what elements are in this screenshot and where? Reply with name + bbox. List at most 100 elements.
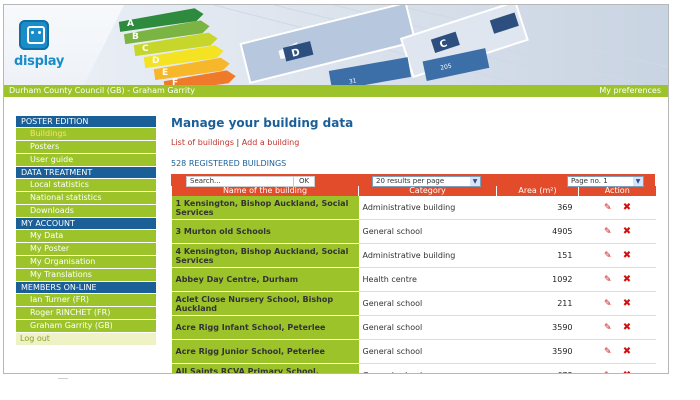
app-frame: display A B C D E F D C 31 205 Durham Co… bbox=[3, 4, 669, 374]
add-building-link[interactable]: Add a building bbox=[242, 138, 300, 147]
sidebar-item[interactable]: My Data bbox=[16, 229, 156, 242]
column-header-action: Action bbox=[578, 186, 656, 196]
building-area: 678 bbox=[496, 363, 579, 373]
results-per-page-select[interactable]: 20 results per page ▼ bbox=[372, 175, 481, 187]
main-content: Manage your building data List of buildi… bbox=[171, 115, 656, 373]
building-name[interactable]: Abbey Day Centre, Durham bbox=[171, 267, 359, 292]
delete-x-icon[interactable]: ✖ bbox=[623, 202, 631, 212]
sidebar-item[interactable]: Local statistics bbox=[16, 178, 156, 191]
delete-x-icon[interactable]: ✖ bbox=[623, 346, 631, 356]
pencil-icon[interactable]: ✎ bbox=[603, 275, 613, 285]
building-category: Administrative building bbox=[358, 243, 497, 268]
building-area: 151 bbox=[496, 243, 579, 268]
building-name[interactable]: Aclet Close Nursery School, Bishop Auckl… bbox=[171, 291, 359, 316]
sidebar-section-title: MEMBERS ON-LINE bbox=[16, 281, 156, 293]
search-ok-button[interactable]: OK bbox=[293, 175, 316, 187]
column-header-category[interactable]: Category bbox=[358, 186, 497, 196]
delete-x-icon[interactable]: ✖ bbox=[623, 370, 631, 373]
row-actions: ✎✖ bbox=[578, 243, 656, 268]
table-row[interactable]: 4 Kensington, Bishop Auckland, Social Se… bbox=[171, 243, 656, 268]
rating-letter: E bbox=[162, 68, 168, 78]
sidebar-section-title: POSTER EDITION bbox=[16, 115, 156, 127]
pencil-icon[interactable]: ✎ bbox=[603, 347, 613, 357]
rating-letter: D bbox=[152, 56, 159, 66]
table-row[interactable]: All Saints RCVA Primary School, Lanchest… bbox=[171, 363, 656, 373]
rating-letter: C bbox=[142, 44, 149, 54]
banner-number: 31 bbox=[348, 77, 357, 85]
building-area: 3590 bbox=[496, 339, 579, 364]
logo-text: display bbox=[14, 54, 65, 69]
delete-x-icon[interactable]: ✖ bbox=[623, 226, 631, 236]
pencil-icon[interactable]: ✎ bbox=[603, 371, 613, 373]
building-name[interactable]: 3 Murton old Schools bbox=[171, 219, 359, 244]
chevron-down-icon: ▼ bbox=[470, 176, 480, 186]
delete-x-icon[interactable]: ✖ bbox=[623, 322, 631, 332]
pencil-icon[interactable]: ✎ bbox=[603, 323, 613, 333]
chevron-down-icon: ▼ bbox=[633, 176, 643, 186]
row-actions: ✎✖ bbox=[578, 291, 656, 316]
building-area: 369 bbox=[496, 196, 579, 220]
sidebar-item[interactable]: User guide bbox=[16, 153, 156, 166]
row-actions: ✎✖ bbox=[578, 315, 656, 340]
sidebar-item[interactable]: Ian Turner (FR) bbox=[16, 293, 156, 306]
sidebar-item[interactable]: My Poster bbox=[16, 242, 156, 255]
sidebar-item[interactable]: My Translations bbox=[16, 268, 156, 281]
sidebar-item[interactable]: Roger RINCHET (FR) bbox=[16, 306, 156, 319]
building-area: 211 bbox=[496, 291, 579, 316]
building-links: List of buildings | Add a building bbox=[171, 138, 655, 148]
row-actions: ✎✖ bbox=[578, 267, 656, 292]
organisation-user-label: Durham County Council (GB) - Graham Garr… bbox=[9, 86, 195, 95]
building-category: General school bbox=[358, 219, 497, 244]
pencil-icon[interactable]: ✎ bbox=[603, 251, 613, 261]
pencil-icon[interactable]: ✎ bbox=[603, 203, 613, 213]
delete-x-icon[interactable]: ✖ bbox=[623, 250, 631, 260]
building-name[interactable]: 4 Kensington, Bishop Auckland, Social Se… bbox=[171, 243, 359, 268]
rating-letter: B bbox=[132, 32, 139, 42]
building-category: General school bbox=[358, 315, 497, 340]
building-name[interactable]: Acre Rigg Junior School, Peterlee bbox=[171, 339, 359, 364]
my-preferences-link[interactable]: My preferences bbox=[599, 85, 661, 97]
building-name[interactable]: All Saints RCVA Primary School, Lanchest… bbox=[171, 363, 359, 373]
sidebar-section-title: DATA TREATMENT bbox=[16, 166, 156, 178]
sidebar-item[interactable]: Downloads bbox=[16, 204, 156, 217]
delete-x-icon[interactable]: ✖ bbox=[623, 274, 631, 284]
sidebar-item[interactable]: Buildings bbox=[16, 127, 156, 140]
pencil-icon[interactable]: ✎ bbox=[603, 227, 613, 237]
table-row[interactable]: Abbey Day Centre, Durham Health centre 109… bbox=[171, 267, 656, 292]
column-header-name[interactable]: Name of the building bbox=[171, 186, 359, 196]
sidebar-item[interactable]: National statistics bbox=[16, 191, 156, 204]
row-actions: ✎✖ bbox=[578, 219, 656, 244]
building-category: Health centre bbox=[358, 267, 497, 292]
table-controls: Search... OK 20 results per page ▼ Page … bbox=[171, 174, 655, 187]
page-title: Manage your building data bbox=[171, 116, 354, 130]
page-select[interactable]: Page no. 1 ▼ bbox=[567, 175, 644, 187]
page-value: Page no. 1 bbox=[571, 176, 608, 185]
link-separator: | bbox=[236, 138, 240, 147]
building-area: 1092 bbox=[496, 267, 579, 292]
table-row[interactable]: 3 Murton old Schools General school 4905 ✎ ✖ bbox=[171, 219, 656, 244]
scroll-gap-marker bbox=[58, 378, 68, 379]
sidebar-item[interactable]: Posters bbox=[16, 140, 156, 153]
table-row[interactable]: 1 Kensington, Bishop Auckland, Social Se… bbox=[171, 196, 656, 220]
energy-rating-graphic: A B C D E F D C 31 205 bbox=[84, 5, 668, 85]
building-category: General school bbox=[358, 363, 497, 373]
list-buildings-link[interactable]: List of buildings bbox=[171, 138, 234, 147]
pencil-icon[interactable]: ✎ bbox=[603, 299, 613, 309]
table-row[interactable]: Acre Rigg Infant School, Peterlee General… bbox=[171, 315, 656, 340]
building-name[interactable]: Acre Rigg Infant School, Peterlee bbox=[171, 315, 359, 340]
sidebar-item[interactable]: Graham Garrity (GB) bbox=[16, 319, 156, 332]
building-category: General school bbox=[358, 291, 497, 316]
building-name[interactable]: 1 Kensington, Bishop Auckland, Social Se… bbox=[171, 196, 359, 220]
building-category: General school bbox=[358, 339, 497, 364]
row-actions: ✎✖ bbox=[578, 363, 656, 373]
table-row[interactable]: Aclet Close Nursery School, Bishop Auckl… bbox=[171, 291, 656, 316]
rating-letter: F bbox=[172, 78, 178, 85]
display-logo[interactable]: display bbox=[14, 20, 64, 76]
buildings-table: Name of the building Category Area (m²) … bbox=[171, 186, 656, 373]
building-area: 4905 bbox=[496, 219, 579, 244]
table-row[interactable]: Acre Rigg Junior School, Peterlee General… bbox=[171, 339, 656, 364]
column-header-area[interactable]: Area (m²) bbox=[496, 186, 579, 196]
sidebar-item[interactable]: My Organisation bbox=[16, 255, 156, 268]
delete-x-icon[interactable]: ✖ bbox=[623, 298, 631, 308]
logout-link[interactable]: Log out bbox=[16, 332, 156, 345]
